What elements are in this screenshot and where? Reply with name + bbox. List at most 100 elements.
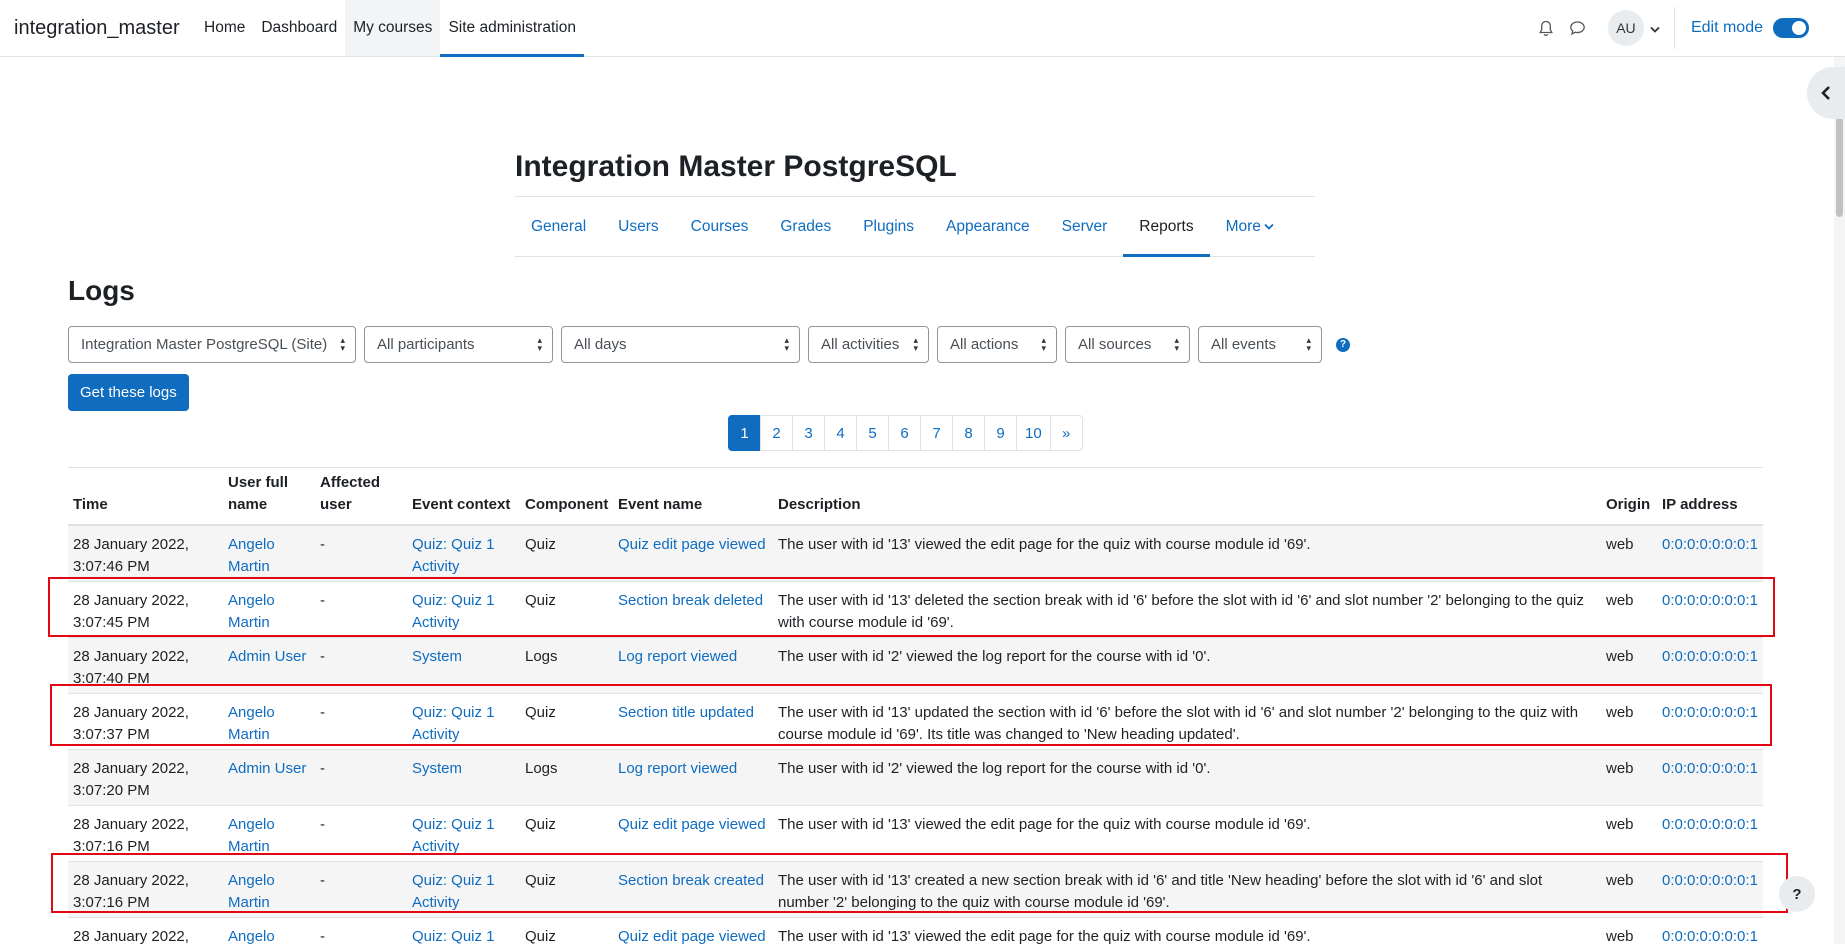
- site-brand[interactable]: integration_master: [0, 0, 190, 56]
- logs-heading: Logs: [68, 275, 135, 306]
- header-component[interactable]: Component: [520, 467, 613, 526]
- header-affected-user[interactable]: Affected user: [315, 467, 407, 526]
- ip-link[interactable]: 0:0:0:0:0:0:0:1: [1662, 760, 1758, 777]
- cell-time: 28 January 2022, 3:07:15 PM: [68, 916, 223, 944]
- cell-description: The user with id '13' viewed the edit pa…: [773, 916, 1601, 944]
- cell-time: 28 January 2022, 3:07:46 PM: [68, 524, 223, 581]
- context-link[interactable]: Quiz: Quiz 1 Activity: [412, 816, 495, 855]
- nav-home[interactable]: Home: [196, 0, 253, 56]
- page-link-3[interactable]: 3: [792, 415, 825, 451]
- page-link-7[interactable]: 7: [920, 415, 953, 451]
- event-link[interactable]: Log report viewed: [618, 648, 737, 665]
- chevron-down-icon: [1650, 20, 1660, 37]
- tab-users[interactable]: Users: [602, 197, 674, 256]
- cell-component: Logs: [520, 748, 613, 805]
- table-header-row: Time User full name Affected user Event …: [68, 467, 1763, 526]
- messages-chat-icon[interactable]: [1562, 12, 1594, 44]
- primary-navigation: Home Dashboard My courses Site administr…: [196, 0, 584, 57]
- tab-plugins[interactable]: Plugins: [847, 197, 930, 256]
- nav-my-courses[interactable]: My courses: [345, 0, 441, 56]
- event-link[interactable]: Quiz edit page viewed: [618, 816, 766, 833]
- page-link-next[interactable]: »: [1049, 415, 1083, 451]
- get-logs-button[interactable]: Get these logs: [68, 374, 189, 411]
- open-drawer-button[interactable]: [1807, 67, 1845, 119]
- page-link-5[interactable]: 5: [856, 415, 889, 451]
- tab-courses[interactable]: Courses: [675, 197, 765, 256]
- cell-affected-user: -: [315, 916, 407, 944]
- user-link[interactable]: Angelo Martin: [228, 536, 275, 575]
- help-floating-button[interactable]: ?: [1779, 876, 1815, 912]
- ip-link[interactable]: 0:0:0:0:0:0:0:1: [1662, 816, 1758, 833]
- course-select[interactable]: Integration Master PostgreSQL (Site): [68, 326, 356, 363]
- page-link-8[interactable]: 8: [952, 415, 985, 451]
- log-filters: Integration Master PostgreSQL (Site) All…: [68, 326, 1350, 363]
- header-event-name[interactable]: Event name: [613, 467, 773, 526]
- tab-appearance[interactable]: Appearance: [930, 197, 1046, 256]
- sources-select[interactable]: All sources: [1065, 326, 1190, 363]
- participants-select[interactable]: All participants: [364, 326, 553, 363]
- context-link[interactable]: Quiz: Quiz 1 Activity: [412, 536, 495, 575]
- tab-reports[interactable]: Reports: [1123, 197, 1210, 257]
- tab-server[interactable]: Server: [1046, 197, 1124, 256]
- chevron-down-icon: [1264, 223, 1274, 230]
- avatar[interactable]: AU: [1607, 10, 1644, 46]
- edit-mode-label: Edit mode: [1690, 19, 1763, 36]
- cell-affected-user: -: [315, 524, 407, 581]
- tab-grades[interactable]: Grades: [764, 197, 847, 256]
- cell-affected-user: -: [315, 748, 407, 805]
- top-navbar: integration_master Home Dashboard My cou…: [0, 0, 1845, 57]
- user-link[interactable]: Angelo Martin: [228, 816, 275, 855]
- user-link[interactable]: Admin User: [228, 648, 306, 665]
- event-link[interactable]: Quiz edit page viewed: [618, 928, 766, 944]
- navbar-right: AU Edit mode: [1530, 0, 1845, 56]
- tab-more[interactable]: More: [1210, 197, 1290, 256]
- ip-link[interactable]: 0:0:0:0:0:0:0:1: [1662, 536, 1758, 553]
- edit-mode-toggle[interactable]: [1773, 18, 1809, 38]
- tab-more-label: More: [1225, 217, 1261, 235]
- page-link-2[interactable]: 2: [760, 415, 793, 451]
- ip-link[interactable]: 0:0:0:0:0:0:0:1: [1662, 648, 1758, 665]
- activities-select[interactable]: All activities: [808, 326, 929, 363]
- nav-site-administration[interactable]: Site administration: [440, 0, 584, 57]
- page-scrollbar[interactable]: [1834, 57, 1845, 944]
- events-select[interactable]: All events: [1198, 326, 1322, 363]
- cell-origin: web: [1601, 748, 1657, 805]
- event-link[interactable]: Log report viewed: [618, 760, 737, 777]
- user-link[interactable]: Angelo Martin: [228, 928, 275, 944]
- page-link-6[interactable]: 6: [888, 415, 921, 451]
- table-row: 28 January 2022, 3:07:46 PM Angelo Marti…: [68, 524, 1763, 581]
- notifications-bell-icon[interactable]: [1530, 12, 1562, 44]
- page-link-10[interactable]: 10: [1016, 415, 1051, 451]
- header-origin[interactable]: Origin: [1601, 467, 1657, 526]
- header-ip[interactable]: IP address: [1657, 467, 1763, 526]
- header-event-context[interactable]: Event context: [407, 467, 520, 526]
- user-link[interactable]: Admin User: [228, 760, 306, 777]
- page-link-9[interactable]: 9: [984, 415, 1017, 451]
- tab-general[interactable]: General: [515, 197, 602, 256]
- cell-origin: web: [1601, 524, 1657, 581]
- highlight-box-section-break-deleted: [48, 577, 1775, 637]
- cell-component: Quiz: [520, 524, 613, 581]
- user-menu[interactable]: AU: [1607, 10, 1660, 46]
- context-link[interactable]: System: [412, 648, 462, 665]
- days-select[interactable]: All days: [561, 326, 800, 363]
- cell-description: The user with id '2' viewed the log repo…: [773, 748, 1601, 805]
- edit-mode-control: Edit mode: [1691, 18, 1809, 38]
- navbar-divider: [1673, 7, 1675, 49]
- pagination: 1 2 3 4 5 6 7 8 9 10 »: [728, 415, 1083, 451]
- nav-dashboard[interactable]: Dashboard: [253, 0, 345, 56]
- table-row: 28 January 2022, 3:07:15 PM Angelo Marti…: [68, 916, 1763, 944]
- actions-select[interactable]: All actions: [937, 326, 1057, 363]
- context-link[interactable]: System: [412, 760, 462, 777]
- header-description[interactable]: Description: [773, 467, 1601, 526]
- page-link-4[interactable]: 4: [824, 415, 857, 451]
- cell-time: 28 January 2022, 3:07:20 PM: [68, 748, 223, 805]
- ip-link[interactable]: 0:0:0:0:0:0:0:1: [1662, 928, 1758, 944]
- event-link[interactable]: Quiz edit page viewed: [618, 536, 766, 553]
- help-question-icon[interactable]: ?: [1336, 337, 1350, 352]
- page-link-1[interactable]: 1: [728, 415, 761, 451]
- header-user[interactable]: User full name: [223, 467, 315, 526]
- context-link[interactable]: Quiz: Quiz 1 Activity: [412, 928, 495, 944]
- header-time[interactable]: Time: [68, 467, 223, 526]
- scrollbar-thumb[interactable]: [1836, 117, 1843, 217]
